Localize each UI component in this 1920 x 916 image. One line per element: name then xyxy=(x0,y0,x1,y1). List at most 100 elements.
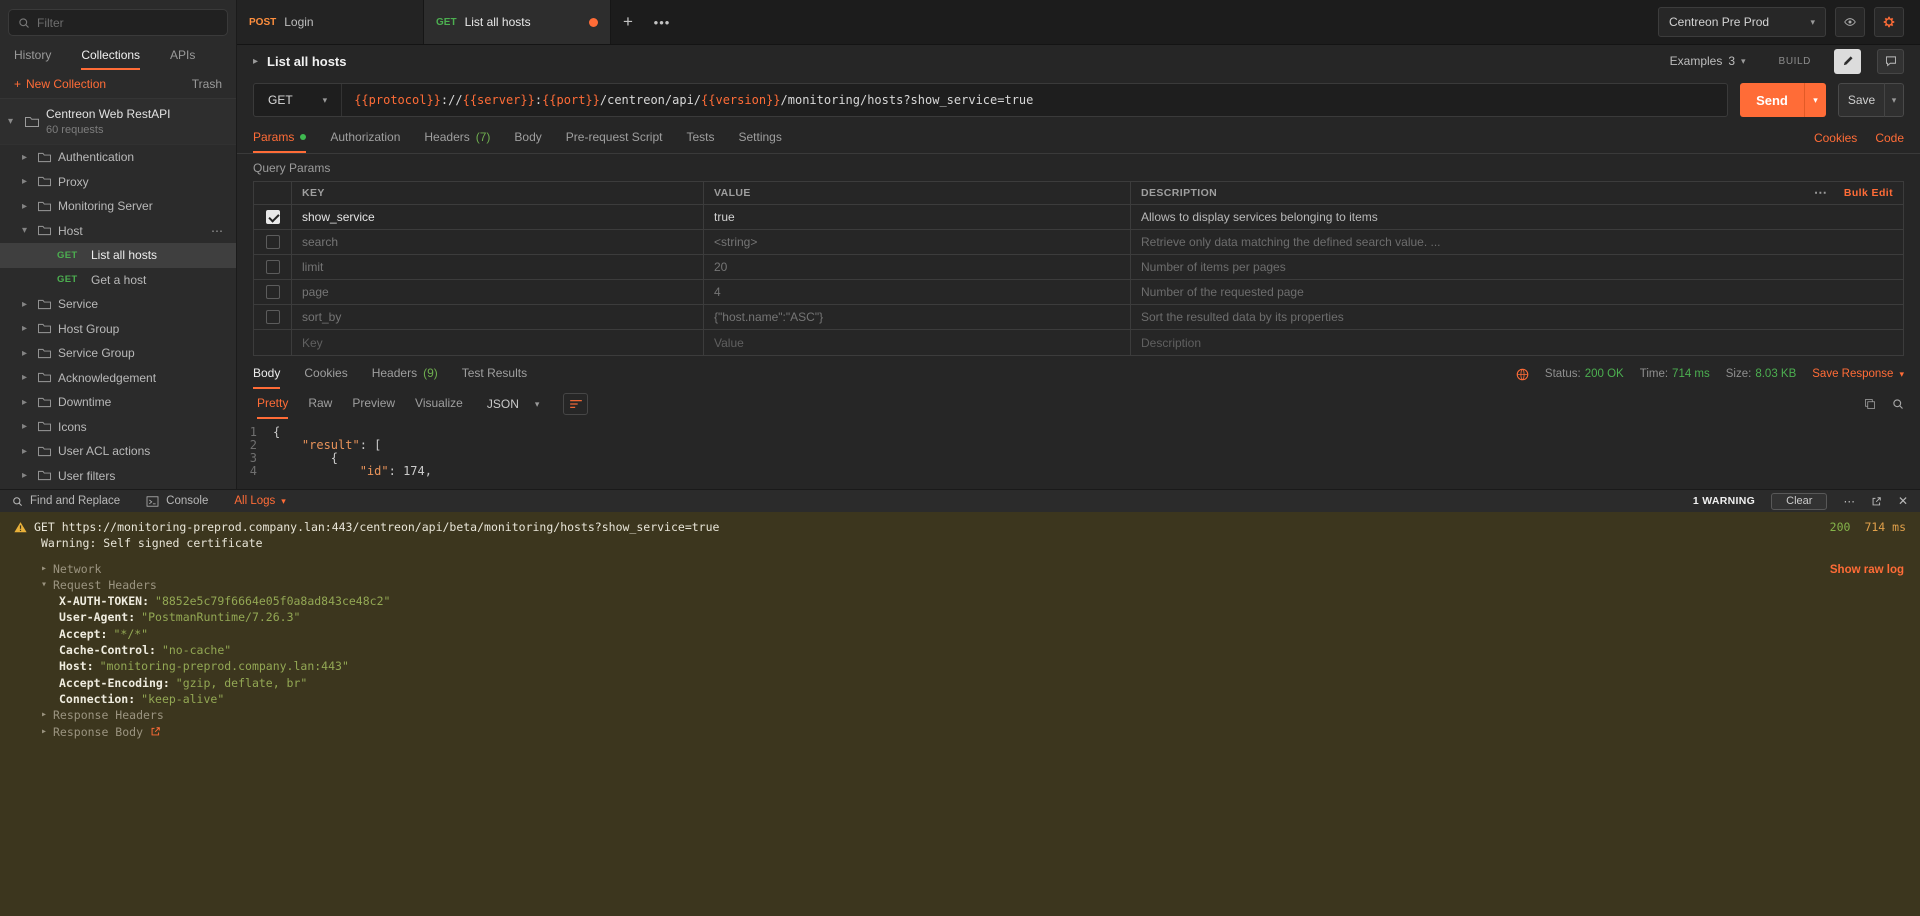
param-key[interactable]: show_service xyxy=(292,205,704,229)
edit-request-button[interactable] xyxy=(1834,49,1861,74)
environment-quick-look-button[interactable] xyxy=(1835,7,1865,37)
open-console-window-icon[interactable] xyxy=(1871,496,1882,507)
response-body-viewer[interactable]: 1 { 2 "result": [ 3 { 4 "id": 174, xyxy=(237,419,1920,489)
request-tab-login[interactable]: POST Login xyxy=(237,0,424,44)
response-tab-headers[interactable]: Headers (9) xyxy=(372,359,438,389)
param-key-placeholder[interactable]: Key xyxy=(292,330,704,355)
collapse-caret-icon[interactable]: ▸ xyxy=(253,56,258,67)
param-description-placeholder[interactable]: Description xyxy=(1131,330,1903,355)
find-and-replace-button[interactable]: Find and Replace xyxy=(12,495,120,507)
method-selector[interactable]: GET ▾ xyxy=(254,84,342,116)
view-tab-visualize[interactable]: Visualize xyxy=(415,389,463,419)
sidebar-folder-downtime[interactable]: ▸ Downtime xyxy=(0,390,236,415)
tab-tests[interactable]: Tests xyxy=(686,123,714,153)
view-tab-raw[interactable]: Raw xyxy=(308,389,332,419)
param-checkbox-checked[interactable] xyxy=(266,210,280,224)
close-console-icon[interactable]: ✕ xyxy=(1898,494,1908,508)
copy-response-button[interactable] xyxy=(1864,398,1876,410)
console-response-body-toggle[interactable]: ▸ Response Body xyxy=(14,724,1906,740)
tab-collections[interactable]: Collections xyxy=(81,48,140,70)
sidebar-folder-user-filters[interactable]: ▸ User filters xyxy=(0,464,236,489)
search-response-button[interactable] xyxy=(1892,398,1904,410)
external-link-icon[interactable] xyxy=(150,726,161,737)
sidebar-request-get-a-host[interactable]: GET Get a host xyxy=(0,268,236,293)
tab-authorization[interactable]: Authorization xyxy=(330,123,400,153)
sidebar-request-list-all-hosts[interactable]: GET List all hosts xyxy=(0,243,236,268)
param-value-placeholder[interactable]: Value xyxy=(704,330,1131,355)
clear-console-button[interactable]: Clear xyxy=(1771,493,1827,510)
new-tab-button[interactable]: + xyxy=(611,0,645,44)
console-response-headers-toggle[interactable]: ▸ Response Headers xyxy=(14,707,1906,723)
trash-button[interactable]: Trash xyxy=(192,77,222,91)
format-selector[interactable]: JSON ▾ xyxy=(483,389,544,419)
filter-input[interactable] xyxy=(37,16,218,30)
tab-apis[interactable]: APIs xyxy=(170,48,195,70)
send-button[interactable]: Send xyxy=(1740,83,1804,117)
bulk-edit-link[interactable]: Bulk Edit xyxy=(1844,187,1893,199)
sidebar-folder-host-group[interactable]: ▸ Host Group xyxy=(0,317,236,342)
environment-selector[interactable]: Centreon Pre Prod ▾ xyxy=(1658,7,1826,37)
param-description[interactable]: Retrieve only data matching the defined … xyxy=(1131,230,1903,254)
tab-params[interactable]: Params xyxy=(253,123,306,153)
collection-root[interactable]: ▾ Centreon Web RestAPI 60 requests xyxy=(0,99,236,145)
console-button[interactable]: Console xyxy=(146,495,208,507)
url-input[interactable]: {{protocol}}://{{server}}:{{port}}/centr… xyxy=(342,84,1727,116)
tab-headers[interactable]: Headers (7) xyxy=(424,123,490,153)
settings-button[interactable] xyxy=(1874,7,1904,37)
wrap-lines-button[interactable] xyxy=(563,393,588,415)
tab-settings[interactable]: Settings xyxy=(739,123,782,153)
console-network-toggle[interactable]: ▸ Network xyxy=(14,561,1906,577)
response-tab-body[interactable]: Body xyxy=(253,359,280,389)
view-tab-preview[interactable]: Preview xyxy=(352,389,395,419)
response-tab-cookies[interactable]: Cookies xyxy=(304,359,347,389)
param-value[interactable]: {"host.name":"ASC"} xyxy=(704,305,1131,329)
new-collection-button[interactable]: + New Collection xyxy=(14,77,106,91)
param-description[interactable]: Sort the resulted data by its properties xyxy=(1131,305,1903,329)
sidebar-folder-host[interactable]: ▾ Host ⋯ xyxy=(0,219,236,244)
send-options-button[interactable]: ▾ xyxy=(1804,83,1826,117)
sidebar-folder-service-group[interactable]: ▸ Service Group xyxy=(0,341,236,366)
sidebar-folder-icons[interactable]: ▸ Icons xyxy=(0,415,236,440)
save-button[interactable]: Save xyxy=(1838,83,1884,117)
log-filter-dropdown[interactable]: All Logs ▾ xyxy=(234,495,285,507)
console-request-headers-toggle[interactable]: ▾ Request Headers xyxy=(14,577,1906,593)
response-tab-test-results[interactable]: Test Results xyxy=(462,359,527,389)
tab-pre-request-script[interactable]: Pre-request Script xyxy=(566,123,663,153)
view-tab-pretty[interactable]: Pretty xyxy=(257,389,288,419)
show-raw-log-link[interactable]: Show raw log xyxy=(1830,562,1904,578)
param-description[interactable]: Number of the requested page xyxy=(1131,280,1903,304)
param-description[interactable]: Number of items per pages xyxy=(1131,255,1903,279)
param-checkbox[interactable] xyxy=(266,260,280,274)
param-key[interactable]: search xyxy=(292,230,704,254)
console-options-icon[interactable]: ⋯ xyxy=(1843,494,1855,508)
ssl-warning-icon[interactable] xyxy=(1516,368,1529,381)
request-tab-list-all-hosts[interactable]: GET List all hosts xyxy=(424,0,611,44)
params-options-icon[interactable]: ⋯ xyxy=(1814,185,1828,201)
param-checkbox[interactable] xyxy=(266,310,280,324)
comments-button[interactable] xyxy=(1877,49,1904,74)
sidebar-folder-authentication[interactable]: ▸ Authentication xyxy=(0,145,236,170)
sidebar-folder-user-acl-actions[interactable]: ▸ User ACL actions xyxy=(0,439,236,464)
tab-options-button[interactable]: ••• xyxy=(645,0,679,44)
sidebar-folder-monitoring-server[interactable]: ▸ Monitoring Server xyxy=(0,194,236,219)
param-value[interactable]: 20 xyxy=(704,255,1131,279)
param-value[interactable]: 4 xyxy=(704,280,1131,304)
param-value[interactable]: true xyxy=(704,205,1131,229)
cookies-link[interactable]: Cookies xyxy=(1814,131,1857,145)
code-link[interactable]: Code xyxy=(1875,131,1904,145)
sidebar-folder-proxy[interactable]: ▸ Proxy xyxy=(0,170,236,195)
param-key[interactable]: sort_by xyxy=(292,305,704,329)
tab-history[interactable]: History xyxy=(14,48,51,70)
save-options-button[interactable]: ▾ xyxy=(1884,83,1904,117)
param-value[interactable]: <string> xyxy=(704,230,1131,254)
folder-options-icon[interactable]: ⋯ xyxy=(211,224,224,238)
examples-dropdown[interactable]: Examples 3 ▾ xyxy=(1670,54,1746,68)
param-checkbox[interactable] xyxy=(266,235,280,249)
sidebar-folder-acknowledgement[interactable]: ▸ Acknowledgement xyxy=(0,366,236,391)
param-key[interactable]: limit xyxy=(292,255,704,279)
param-description[interactable]: Allows to display services belonging to … xyxy=(1131,205,1903,229)
tab-body[interactable]: Body xyxy=(514,123,541,153)
save-response-button[interactable]: Save Response ▾ xyxy=(1812,368,1904,380)
param-checkbox[interactable] xyxy=(266,285,280,299)
filter-box[interactable] xyxy=(8,9,228,36)
